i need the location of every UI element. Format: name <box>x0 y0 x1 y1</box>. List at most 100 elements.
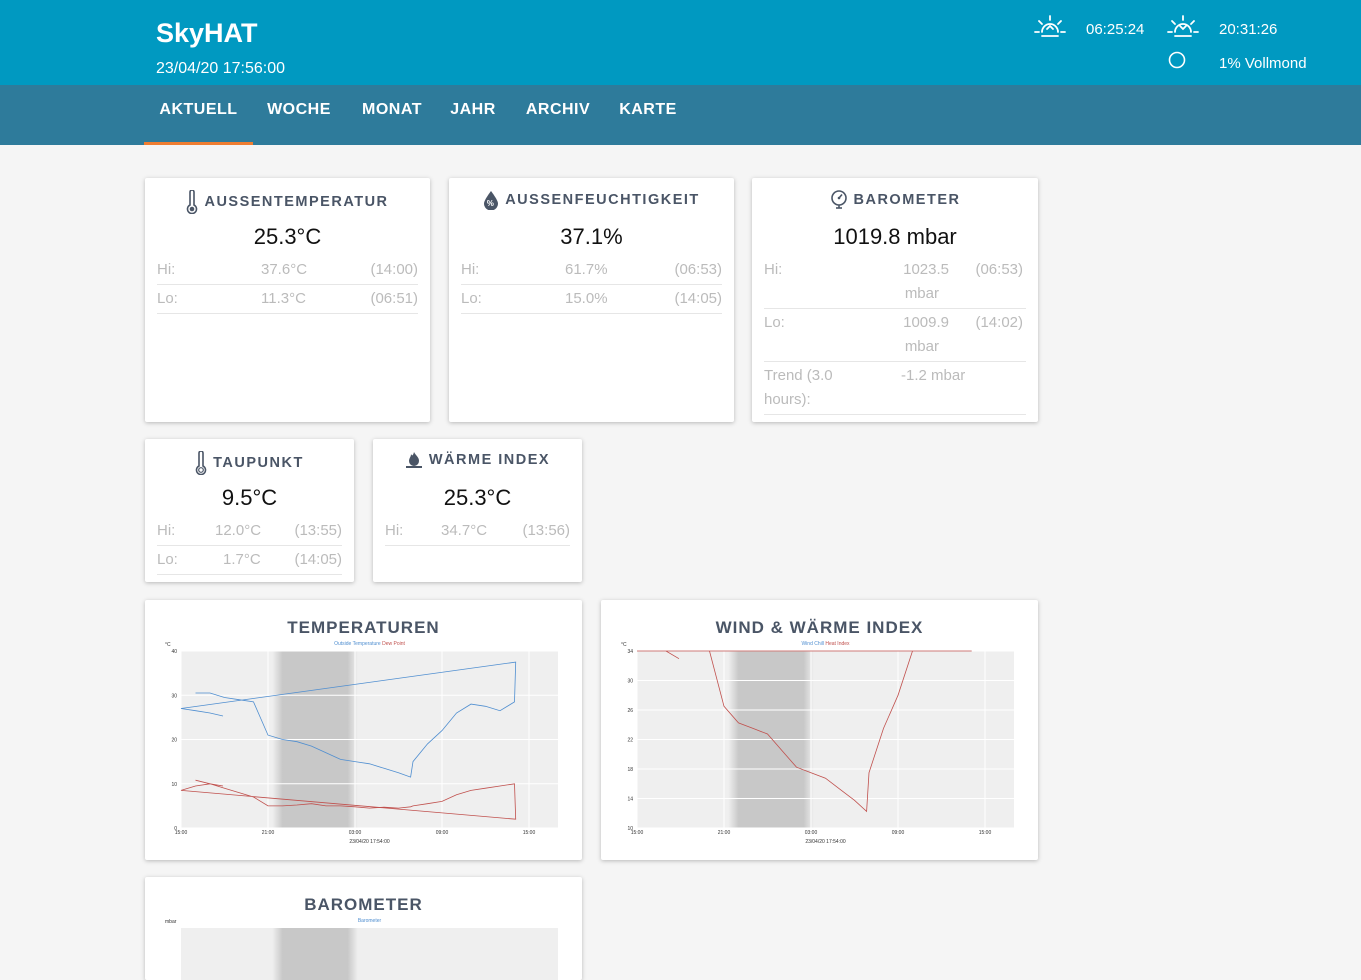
barometer-hi-row: Hi: 1023.5 mbar (06:53) <box>764 256 1026 309</box>
y-tick-label: 40 <box>171 649 177 655</box>
dewpoint-hi-label: Hi: <box>157 522 176 539</box>
outtemp-hi-row: Hi: 37.6°C (14:00) <box>157 256 418 285</box>
barometer-trend-row: Trend (3.0 hours): -1.2 mbar <box>764 362 1026 415</box>
chart-legend: Barometer <box>358 918 382 924</box>
outhum-hi-value: 61.7% <box>565 261 608 278</box>
outhum-hi-label: Hi: <box>461 261 480 278</box>
outtemp-value: 25.3°C <box>253 224 322 249</box>
barometer-hi-value: 1023.5 <box>903 261 949 278</box>
heatindex-title: WÄRME INDEX <box>373 451 582 471</box>
outhum-lo-time: (14:05) <box>674 290 722 307</box>
barometer-trend-label-2: hours): <box>764 391 811 408</box>
barometer-lo-unit: mbar <box>904 338 939 355</box>
plot-area <box>181 928 558 980</box>
y-tick-label: 34 <box>627 649 633 655</box>
tab-archiv[interactable]: ARCHIV <box>514 85 602 145</box>
outhum-card: % AUSSENFEUCHTIGKEIT 37.1% Hi: 61.7% (06:… <box>449 178 734 422</box>
x-tick-label: 09:00 <box>436 830 449 836</box>
barometer-value: 1019.8 mbar <box>833 224 957 249</box>
svg-text:%: % <box>487 199 496 208</box>
legend-entry: Barometer <box>358 918 382 924</box>
barometer-title: BAROMETER <box>752 190 1038 210</box>
outtemp-hi-label: Hi: <box>157 261 176 278</box>
sunset-time: 20:31:26 <box>1219 21 1278 38</box>
outtemp-hi-time: (14:00) <box>370 261 418 278</box>
sunrise-icon <box>1034 15 1066 37</box>
dewpoint-hi-value: 12.0°C <box>215 522 262 539</box>
y-tick-label: 22 <box>627 738 633 744</box>
y-tick-label: 26 <box>627 708 633 714</box>
barometer-chart-card: BAROMETER 1022 mbar Barometer <box>145 877 582 980</box>
tab-aktuell[interactable]: AKTUELL <box>144 85 253 145</box>
windchill-chart[interactable]: 10141822263034°C Wind Chill Heat Index15:… <box>601 638 1038 848</box>
legend-entry: Wind Chill <box>801 641 824 647</box>
y-tick-label: 14 <box>627 797 633 803</box>
gauge-icon <box>830 190 847 209</box>
x-tick-label: 03:00 <box>349 830 362 836</box>
x-tick-label: 09:00 <box>892 830 905 836</box>
tab-woche[interactable]: WOCHE <box>256 85 342 145</box>
tab-monat[interactable]: MONAT <box>350 85 434 145</box>
temperature-chart[interactable]: 010203040°C Outside Temperature Dew Point… <box>145 638 582 848</box>
windchill-chart-card: WIND & WÄRME INDEX 10 14 18 22 26 30 34 °C Wind … <box>601 600 1038 860</box>
moon-icon <box>1168 51 1186 69</box>
dewpoint-lo-row: Lo: 1.7°C (14:05) <box>157 546 342 575</box>
outhum-value: 37.1% <box>560 224 623 249</box>
y-tick-label: 30 <box>627 679 633 685</box>
outtemp-title: AUSSENTEMPERATUR <box>145 189 430 215</box>
windchill-chart-title: WIND & WÄRME INDEX <box>715 618 924 637</box>
barometer-card: BAROMETER 1019.8 mbar Hi: 1023.5 mbar (0… <box>752 178 1038 422</box>
temperature-chart-card: TEMPERATUREN 0 10 20 30 40 °C Outside Temperat… <box>145 600 582 860</box>
dewpoint-lo-label: Lo: <box>157 551 178 568</box>
y-axis-label: mbar <box>165 919 177 925</box>
legend-entry: Outside Temperature <box>334 641 381 647</box>
barometer-lo-label: Lo: <box>764 314 785 331</box>
dewpoint-lo-time: (14:05) <box>294 551 342 568</box>
outhum-lo-label: Lo: <box>461 290 482 307</box>
tab-karte[interactable]: KARTE <box>608 85 688 145</box>
outhum-title: % AUSSENFEUCHTIGKEIT <box>449 190 734 211</box>
x-tick-label: 15:00 <box>175 830 188 836</box>
outtemp-lo-label: Lo: <box>157 290 178 307</box>
barometer-lo-row: Lo: 1009.9 mbar (14:02) <box>764 309 1026 362</box>
current-datetime: 23/04/20 17:56:00 <box>156 60 286 77</box>
x-tick-label: 15:00 <box>631 830 644 836</box>
moon-phase: 1% Vollmond <box>1219 55 1307 72</box>
barometer-hi-label: Hi: <box>764 261 783 278</box>
chart-legend: Wind Chill Heat Index <box>801 641 850 647</box>
heatindex-hi-row: Hi: 34.7°C (13:56) <box>385 517 570 546</box>
outtemp-title-text: AUSSENTEMPERATUR <box>204 193 389 210</box>
outtemp-lo-row: Lo: 11.3°C (06:51) <box>157 285 418 314</box>
outhum-hi-row: Hi: 61.7% (06:53) <box>461 256 722 285</box>
barometer-chart[interactable]: 1022 mbar Barometer <box>145 915 582 980</box>
barometer-hi-unit: mbar <box>904 285 939 302</box>
thermometer-icon <box>195 450 207 476</box>
x-tick-label: 15:00 <box>979 830 992 836</box>
heatindex-hi-time: (13:56) <box>522 522 570 539</box>
humidity-icon: % <box>484 191 499 211</box>
outhum-hi-time: (06:53) <box>674 261 722 278</box>
x-tick-label: 03:00 <box>805 830 818 836</box>
x-tick-label: 21:00 <box>718 830 731 836</box>
outtemp-card: AUSSENTEMPERATUR 25.3°C Hi: 37.6°C (14:0… <box>145 178 430 422</box>
y-tick-label: 20 <box>171 738 177 744</box>
barometer-hi-time: (06:53) <box>975 261 1023 278</box>
nav-bar: AKTUELL WOCHE MONAT JAHR ARCHIV KARTE <box>0 85 1361 145</box>
outhum-lo-row: Lo: 15.0% (14:05) <box>461 285 722 314</box>
heatindex-value: 25.3°C <box>443 485 512 510</box>
x-axis-label: 23/04/20 17:54:00 <box>349 839 390 845</box>
y-axis-label: °C <box>165 642 171 648</box>
y-tick-label: 18 <box>627 767 633 773</box>
temperature-chart-title: TEMPERATUREN <box>287 618 440 637</box>
outtemp-hi-value: 37.6°C <box>261 261 308 278</box>
heatindex-hi-value: 34.7°C <box>441 522 488 539</box>
dewpoint-value: 9.5°C <box>221 485 278 510</box>
heatindex-title-text: WÄRME INDEX <box>428 451 551 468</box>
heatindex-card: WÄRME INDEX 25.3°C Hi: 34.7°C (13:56) <box>373 439 582 582</box>
outhum-title-text: AUSSENFEUCHTIGKEIT <box>505 191 700 208</box>
night-shading <box>272 928 358 980</box>
legend-entry: Heat Index <box>824 641 850 647</box>
tab-jahr[interactable]: JAHR <box>440 85 506 145</box>
brand-title[interactable]: SkyHAT <box>156 18 258 49</box>
y-tick-label: 1022 <box>166 915 177 917</box>
